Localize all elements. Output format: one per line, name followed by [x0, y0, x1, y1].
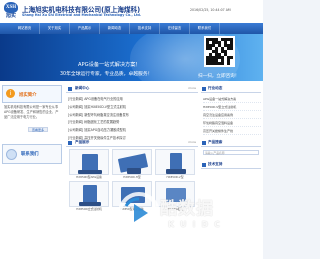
- watermark: 酷数据 KUIDC: [118, 190, 256, 256]
- product-image: [69, 149, 109, 175]
- banner-slogan: 30年全球运行专家，专业品质，卓越服务！: [60, 72, 153, 77]
- product-caption: HX850D型APG设备: [76, 175, 102, 179]
- list-item[interactable]: 环氧树脂真空混料设备: [203, 119, 261, 127]
- products-header: 产品展示 more: [66, 139, 198, 147]
- news-list: [行业新闻] APG设备在电气行业的应用 [公司新闻] 旭实HX850D-V型立…: [68, 96, 198, 143]
- tech-header: 技术支持: [201, 161, 261, 169]
- search-bullet-icon: [202, 141, 206, 145]
- news-item[interactable]: [行业新闻] 树脂固化工艺的发展趋势: [68, 119, 198, 127]
- search-title: 产品搜索: [208, 140, 223, 144]
- product-search-input[interactable]: 请输入产品名称: [203, 150, 259, 155]
- qr-caption: 扫一扫，立即咨询！: [198, 74, 240, 79]
- services-title: 行业动态: [208, 86, 223, 90]
- nav-item-home[interactable]: 网站首页: [10, 23, 40, 34]
- news-title: 新闻中心: [75, 86, 90, 90]
- site-header: XSH 旭实 上海旭实机电科技有限公司(原上海煤科) Shang Hai Xu …: [0, 0, 263, 23]
- products-title: 产品展示: [75, 140, 90, 144]
- product-card[interactable]: HX850D-H型: [112, 149, 152, 179]
- product-caption: HX850D-H型: [123, 175, 141, 179]
- tech-bullet-icon: [202, 163, 206, 167]
- list-item[interactable]: 真空浇注设备应用案例: [203, 111, 261, 119]
- nav-item-contact[interactable]: 联系我们: [190, 23, 220, 34]
- list-item[interactable]: 高压开关绝缘件生产线: [203, 127, 261, 135]
- company-logo[interactable]: XSH 旭实: [4, 2, 18, 20]
- headset-icon: [6, 149, 17, 160]
- qr-code: [204, 36, 235, 67]
- logo-text: 旭实: [5, 13, 16, 19]
- about-title: 旭实简介: [19, 93, 37, 98]
- nav-item-support[interactable]: 技术支持: [130, 23, 160, 34]
- product-image: [69, 181, 109, 207]
- product-caption: HX850D-V型: [166, 175, 184, 179]
- watermark-text: 酷数据: [160, 199, 214, 219]
- news-item[interactable]: [公司新闻] 新型环氧树脂真空浇注设备发布: [68, 112, 198, 120]
- news-header: 新闻中心 more: [66, 85, 198, 93]
- about-header: i 旭实简介: [2, 85, 62, 103]
- product-card[interactable]: HX850D立式注射机: [69, 181, 109, 211]
- qr-code-pattern: [206, 38, 233, 65]
- hero-banner: APG设备一站式解决方案！ 30年全球运行专家，专业品质，卓越服务！ 扫一扫，立…: [0, 34, 263, 81]
- product-card[interactable]: HX850D型APG设备: [69, 149, 109, 179]
- contact-title: 联系我们: [21, 152, 39, 157]
- main-nav: 网站首页 关于旭实 产品展示 新闻动态 技术支持 在线留言 联系我们: [0, 23, 263, 34]
- nav-item-news[interactable]: 新闻动态: [100, 23, 130, 34]
- left-sidebar: i 旭实简介 旭实机电科技有限公司是一家专业从事APG设备研发、生产和销售的企业…: [0, 81, 64, 259]
- nav-item-products[interactable]: 产品展示: [70, 23, 100, 34]
- tech-title: 技术支持: [208, 162, 223, 166]
- services-list: APG设备一站式解决方案 HX850D-V型立式注射机 真空浇注设备应用案例 环…: [203, 95, 261, 135]
- about-more-button[interactable]: 查看更多: [28, 127, 48, 132]
- news-item[interactable]: [公司新闻] 旭实APG自动压力凝胶成型机: [68, 127, 198, 135]
- nav-item-about[interactable]: 关于旭实: [40, 23, 70, 34]
- contact-banner[interactable]: 联系我们: [2, 144, 62, 164]
- news-bullet-icon: [68, 87, 72, 91]
- list-item[interactable]: APG设备一站式解决方案: [203, 95, 261, 103]
- product-image: [155, 149, 195, 175]
- services-bullet-icon: [202, 87, 206, 91]
- banner-headline: APG设备一站式解决方案！: [78, 62, 141, 68]
- product-card[interactable]: HX850D-V型: [155, 149, 195, 179]
- news-more-link[interactable]: more: [188, 86, 196, 90]
- date-text: 2016/02/25, 10:44:07 AM: [190, 8, 231, 12]
- product-image: [112, 149, 152, 175]
- watermark-logo-icon: [118, 192, 160, 234]
- logo-mark: XSH: [4, 2, 18, 13]
- products-more-link[interactable]: more: [188, 140, 196, 144]
- news-item[interactable]: [行业新闻] APG设备在电气行业的应用: [68, 96, 198, 104]
- page: XSH 旭实 上海旭实机电科技有限公司(原上海煤科) Shang Hai Xu …: [0, 0, 263, 259]
- product-caption: HX850D立式注射机: [76, 207, 102, 211]
- list-item[interactable]: HX850D-V型立式注射机: [203, 103, 261, 111]
- news-item[interactable]: [公司新闻] 旭实HX850D-V型立式注射机: [68, 104, 198, 112]
- search-header: 产品搜索: [201, 139, 261, 147]
- company-name-en: Shang Hai Xu Shi Electrical and Mechanic…: [22, 13, 142, 17]
- products-bullet-icon: [68, 141, 72, 145]
- nav-item-message[interactable]: 在线留言: [160, 23, 190, 34]
- watermark-subtext: KUIDC: [168, 220, 227, 229]
- services-header: 行业动态: [201, 85, 261, 93]
- about-text: 旭实机电科技有限公司是一家专业从事APG设备研发、生产和销售的企业，产品广泛应用…: [4, 105, 59, 119]
- info-icon: i: [6, 89, 15, 98]
